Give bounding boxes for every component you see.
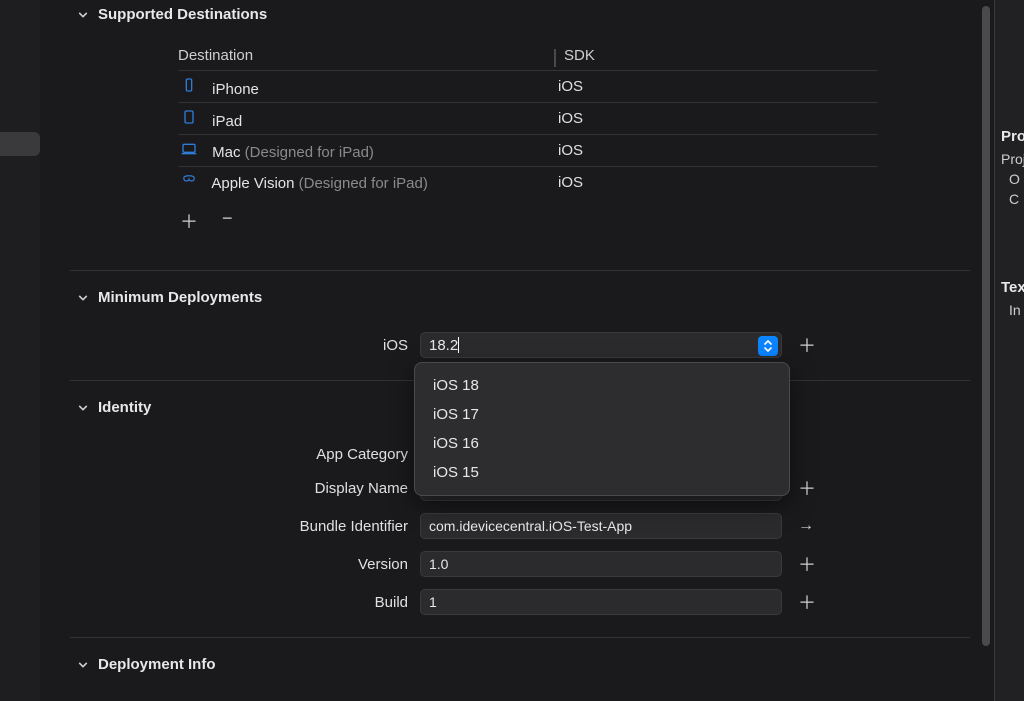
combobox-stepper-icon[interactable] — [758, 336, 778, 356]
ipad-icon — [178, 108, 200, 126]
destination-sub: (Designed for iPad) — [241, 144, 374, 161]
build-label: Build — [70, 594, 420, 611]
display-name-add-button[interactable]: ＋ — [798, 475, 812, 501]
minimum-deployments-row: iOS 18.2 ＋ — [70, 332, 970, 358]
table-row[interactable]: iPad iOS — [178, 102, 878, 134]
bundle-identifier-label: Bundle Identifier — [70, 518, 420, 535]
version-label: Version — [70, 556, 420, 573]
dropdown-item-ios17[interactable]: iOS 17 — [415, 400, 789, 429]
destinations-buttons: ＋ − — [180, 208, 878, 234]
right-inspector-panel: Pro Proj O C Tex In — [994, 0, 1024, 701]
section-minimum-deployments: Minimum Deployments iOS 18.2 ＋ — [70, 283, 970, 358]
section-header-supported-destinations[interactable]: Supported Destinations — [70, 0, 970, 29]
dropdown-item-ios18[interactable]: iOS 18 — [415, 371, 789, 400]
column-header-destination[interactable]: Destination — [178, 47, 558, 64]
bundle-identifier-navigate-button[interactable]: → — [798, 517, 812, 535]
version-row: Version 1.0 ＋ — [70, 551, 970, 577]
mac-icon — [178, 141, 200, 157]
scrollbar-thumb[interactable] — [982, 6, 990, 646]
destination-sdk: iOS — [558, 78, 583, 95]
table-row[interactable]: Apple Vision (Designed for iPad) iOS — [178, 166, 878, 198]
right-panel-item[interactable]: Proj — [1001, 151, 1024, 167]
right-panel-item[interactable]: In — [1009, 302, 1024, 318]
divider — [70, 637, 970, 638]
right-panel-item[interactable]: O — [1009, 171, 1024, 187]
section-header-minimum-deployments[interactable]: Minimum Deployments — [70, 283, 970, 312]
chevron-down-icon — [78, 403, 88, 413]
ios-label: iOS — [70, 337, 420, 354]
destination-sub: (Designed for iPad) — [294, 175, 427, 192]
dropdown-item-ios15[interactable]: iOS 15 — [415, 458, 789, 487]
vision-icon — [178, 174, 200, 188]
bundle-identifier-field[interactable]: com.idevicecentral.iOS-Test-App — [420, 513, 782, 539]
destination-name: Apple Vision — [211, 175, 294, 192]
chevron-down-icon — [78, 660, 88, 670]
main-content: Supported Destinations Destination SDK i… — [60, 0, 980, 701]
build-field[interactable]: 1 — [420, 589, 782, 615]
display-name-label: Display Name — [70, 480, 420, 497]
destination-name: iPad — [212, 113, 242, 130]
chevron-down-icon — [78, 293, 88, 303]
remove-destination-button[interactable]: − — [222, 208, 233, 234]
destination-sdk: iOS — [558, 142, 583, 159]
section-title: Identity — [98, 399, 151, 416]
iphone-icon — [178, 76, 200, 94]
table-row[interactable]: Mac (Designed for iPad) iOS — [178, 134, 878, 166]
section-deployment-info: Deployment Info — [70, 650, 970, 679]
version-add-button[interactable]: ＋ — [798, 551, 812, 577]
right-panel-item[interactable]: C — [1009, 191, 1024, 207]
app-category-label: App Category — [70, 446, 420, 463]
add-deployment-button[interactable]: ＋ — [798, 332, 812, 358]
destination-sdk: iOS — [558, 110, 583, 127]
destination-sdk: iOS — [558, 174, 583, 191]
left-gutter — [0, 0, 40, 701]
divider — [70, 270, 970, 271]
destination-name: iPhone — [212, 81, 259, 98]
build-add-button[interactable]: ＋ — [798, 589, 812, 615]
destination-name: Mac — [212, 144, 240, 161]
section-title: Deployment Info — [98, 656, 216, 673]
destinations-table: Destination SDK iPhone iOS — [178, 43, 878, 234]
scrollbar-track[interactable] — [978, 0, 992, 701]
section-title: Minimum Deployments — [98, 289, 262, 306]
version-field[interactable]: 1.0 — [420, 551, 782, 577]
ios-version-value: 18.2 — [429, 337, 458, 354]
text-cursor — [458, 337, 459, 353]
chevron-down-icon — [78, 10, 88, 20]
section-title: Supported Destinations — [98, 6, 267, 23]
right-panel-heading: Tex — [1001, 279, 1024, 296]
section-supported-destinations: Supported Destinations Destination SDK i… — [70, 0, 970, 234]
add-destination-button[interactable]: ＋ — [180, 208, 198, 234]
left-selection-highlight — [0, 132, 40, 156]
column-header-sdk[interactable]: SDK — [558, 47, 595, 64]
destinations-header-row: Destination SDK — [178, 43, 878, 70]
section-header-deployment-info[interactable]: Deployment Info — [70, 650, 970, 679]
ios-version-combobox[interactable]: 18.2 — [420, 332, 782, 358]
dropdown-item-ios16[interactable]: iOS 16 — [415, 429, 789, 458]
right-panel-heading: Pro — [1001, 128, 1024, 145]
ios-version-dropdown: iOS 18 iOS 17 iOS 16 iOS 15 — [414, 362, 790, 496]
table-row[interactable]: iPhone iOS — [178, 70, 878, 102]
bundle-identifier-row: Bundle Identifier com.idevicecentral.iOS… — [70, 513, 970, 539]
build-row: Build 1 ＋ — [70, 589, 970, 615]
